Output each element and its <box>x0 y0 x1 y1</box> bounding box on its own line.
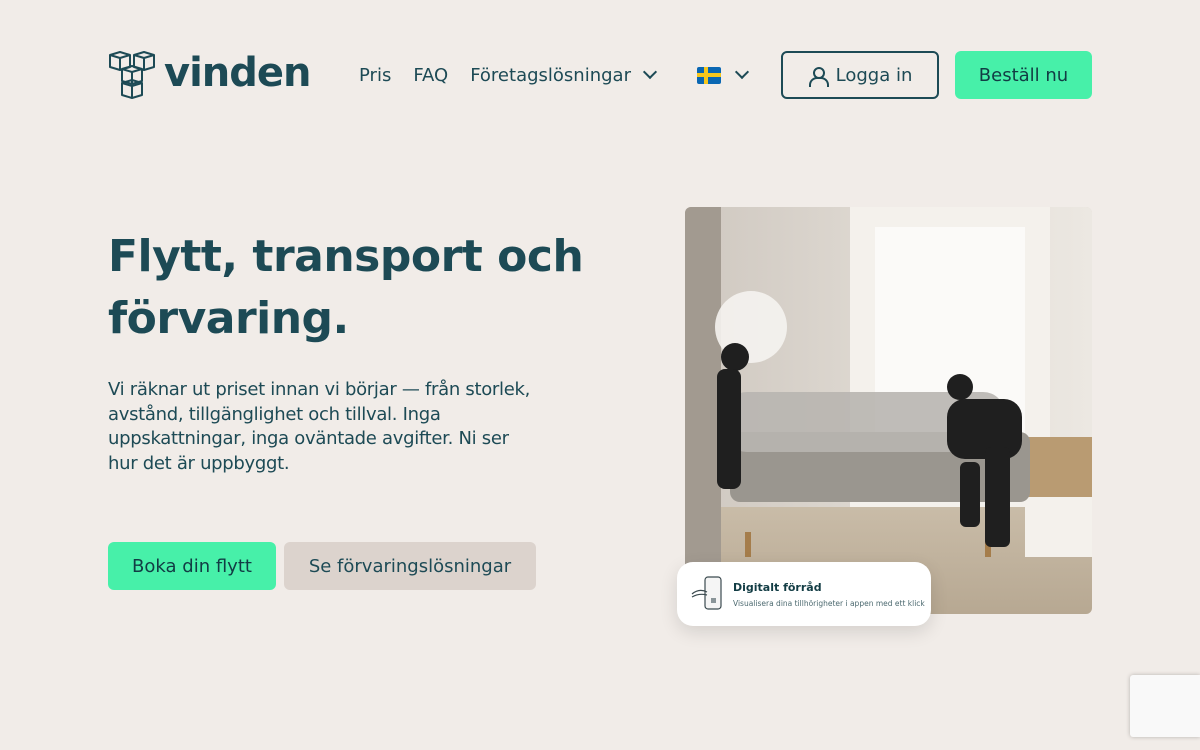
order-now-button[interactable]: Beställ nu <box>955 51 1092 99</box>
recaptcha-badge[interactable] <box>1130 675 1200 737</box>
nav-link-pris[interactable]: Pris <box>359 65 391 86</box>
main-nav: Pris FAQ Företagslösningar <box>359 50 658 100</box>
storage-solutions-button[interactable]: Se förvaringslösningar <box>284 542 536 590</box>
login-label: Logga in <box>835 64 913 86</box>
user-icon <box>808 66 829 87</box>
nav-dropdown-business[interactable]: Företagslösningar <box>470 64 658 86</box>
site-header: vinden Pris FAQ Företagslösningar Logga … <box>108 50 1092 100</box>
hero-description: Vi räknar ut priset innan vi börjar — fr… <box>108 379 531 474</box>
hero-title: Flytt, transport och förvaring. <box>108 231 584 344</box>
phone-storage-icon <box>691 576 722 610</box>
chevron-down-icon <box>734 64 750 80</box>
movers-carrying-sofa-illustration <box>685 207 1092 614</box>
boxes-logo-icon <box>109 51 155 99</box>
swedish-flag-icon <box>697 66 721 84</box>
storage-card-title: Digitalt förråd <box>733 580 822 594</box>
chevron-down-icon <box>642 64 658 80</box>
language-selector[interactable] <box>697 50 750 100</box>
page: vinden Pris FAQ Företagslösningar Logga … <box>0 0 1200 750</box>
logo-link[interactable]: vinden <box>108 50 311 100</box>
storage-card-text: Digitalt förråd Visualisera dina tillhör… <box>733 581 925 608</box>
nav-link-faq[interactable]: FAQ <box>413 65 448 86</box>
book-move-button[interactable]: Boka din flytt <box>108 542 276 590</box>
brand-name: vinden <box>164 50 311 96</box>
hero-photo <box>685 207 1092 614</box>
digital-storage-card: Digitalt förråd Visualisera dina tillhör… <box>677 562 931 626</box>
login-button[interactable]: Logga in <box>781 51 939 99</box>
nav-dropdown-label: Företagslösningar <box>470 64 631 86</box>
storage-card-subtitle: Visualisera dina tillhörigheter i appen … <box>733 598 925 608</box>
